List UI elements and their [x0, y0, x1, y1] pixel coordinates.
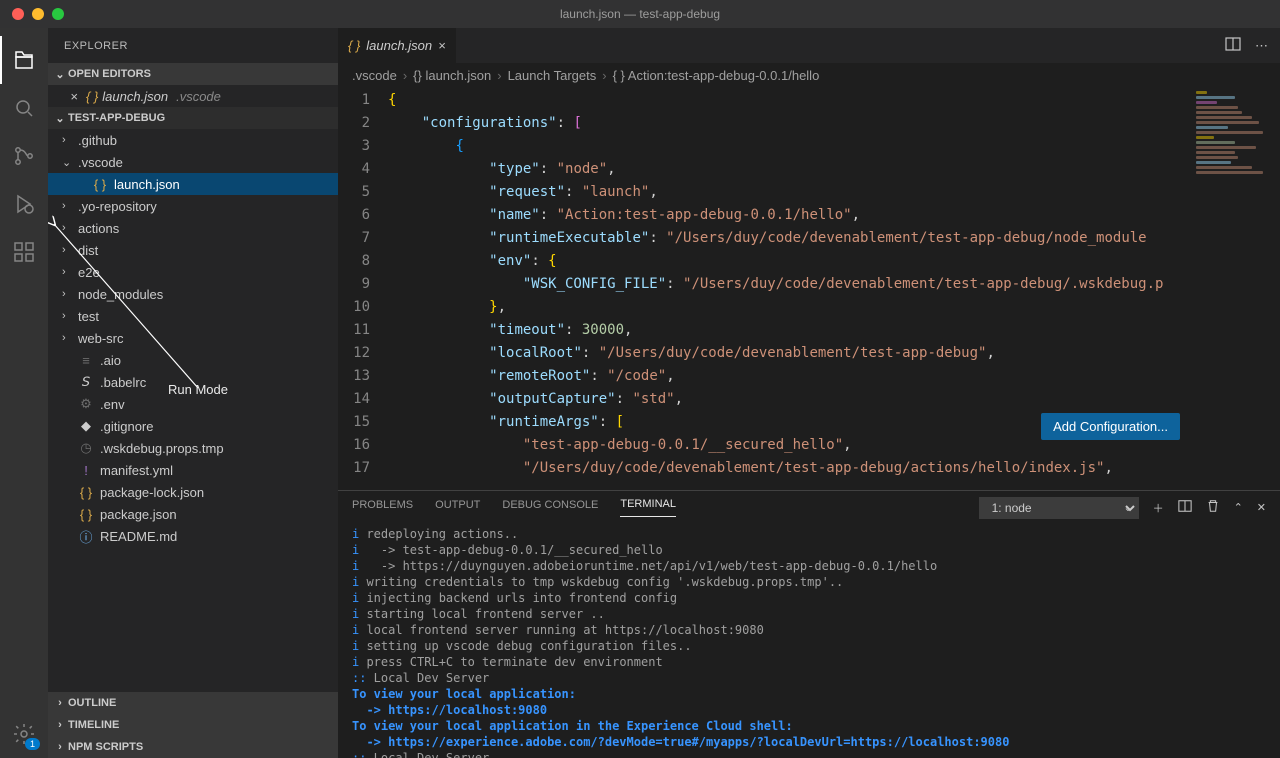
settings-badge: 1 [25, 738, 40, 750]
chevron-icon: › [62, 244, 72, 256]
chevron-up-icon[interactable]: ⌃ [1234, 501, 1243, 514]
add-configuration-button[interactable]: Add Configuration... [1041, 413, 1180, 440]
folder-item[interactable]: ›node_modules [48, 283, 338, 305]
maximize-window-button[interactable] [52, 8, 64, 20]
section-header[interactable]: ›NPM SCRIPTS [48, 736, 338, 758]
section-header[interactable]: ›TIMELINE [48, 714, 338, 736]
tab-launch-json[interactable]: { } launch.json × [338, 28, 457, 63]
search-icon[interactable] [0, 84, 48, 132]
chevron-icon: › [62, 310, 72, 322]
folder-item[interactable]: ›test [48, 305, 338, 327]
folder-item[interactable]: ›.yo-repository [48, 195, 338, 217]
close-panel-icon[interactable]: ✕ [1257, 501, 1266, 514]
json-icon: { } [92, 177, 108, 192]
panel-tab-problems[interactable]: PROBLEMS [352, 499, 413, 517]
split-terminal-icon[interactable] [1178, 499, 1192, 516]
json-icon: { } [86, 89, 98, 104]
open-editor-item[interactable]: × { } launch.json .vscode [48, 85, 338, 107]
breadcrumb-segment[interactable]: { } Action:test-app-debug-0.0.1/hello [613, 68, 820, 83]
file-item[interactable]: ⓘREADME.md [48, 525, 338, 547]
folder-item[interactable]: ›actions [48, 217, 338, 239]
terminal-select[interactable]: 1: node [979, 497, 1139, 519]
terminal-output[interactable]: i redeploying actions..i -> test-app-deb… [338, 524, 1280, 758]
panel-tabs: PROBLEMS OUTPUT DEBUG CONSOLE TERMINAL 1: no… [338, 491, 1280, 524]
git-icon: ◆ [78, 418, 94, 434]
gear-icon: ⚙ [78, 396, 94, 412]
activity-bar: 1 [0, 28, 48, 758]
split-editor-icon[interactable] [1225, 36, 1241, 55]
file-item[interactable]: !manifest.yml [48, 459, 338, 481]
panel-tab-debug-console[interactable]: DEBUG CONSOLE [502, 499, 598, 517]
folder-item[interactable]: ⌄.vscode [48, 151, 338, 173]
file-item[interactable]: { }package.json [48, 503, 338, 525]
bottom-panel: PROBLEMS OUTPUT DEBUG CONSOLE TERMINAL 1: no… [338, 490, 1280, 758]
file-item[interactable]: { }launch.json [48, 173, 338, 195]
breadcrumb-segment[interactable]: Launch Targets [508, 68, 597, 83]
breadcrumb-segment[interactable]: {} launch.json [413, 68, 491, 83]
trash-icon[interactable] [1206, 499, 1220, 516]
folder-item[interactable]: ›dist [48, 239, 338, 261]
json-icon: { } [348, 38, 360, 53]
babel-icon: 𝘚 [78, 374, 94, 390]
explorer-icon[interactable] [0, 36, 48, 84]
more-actions-icon[interactable]: ⋯ [1255, 38, 1268, 54]
window-title: launch.json — test-app-debug [560, 7, 720, 21]
breadcrumb[interactable]: .vscode›{} launch.json›Launch Targets›{ … [338, 63, 1280, 87]
close-window-button[interactable] [12, 8, 24, 20]
run-debug-icon[interactable] [0, 180, 48, 228]
extensions-icon[interactable] [0, 228, 48, 276]
file-item[interactable]: ◷.wskdebug.props.tmp [48, 437, 338, 459]
chevron-icon: › [62, 222, 72, 234]
chevron-icon: › [62, 288, 72, 300]
window-controls [0, 8, 64, 20]
new-terminal-icon[interactable]: ＋ [1153, 500, 1164, 516]
title-bar: launch.json — test-app-debug [0, 0, 1280, 28]
chevron-icon: › [62, 266, 72, 278]
file-tree: ›.github⌄.vscode{ }launch.json›.yo-repos… [48, 129, 338, 692]
panel-tab-terminal[interactable]: TERMINAL [620, 498, 676, 517]
editor-tabs: { } launch.json × ⋯ [338, 28, 1280, 63]
open-editors-header[interactable]: ⌄OPEN EDITORS [48, 63, 338, 85]
chevron-icon: ⌄ [62, 156, 72, 169]
breadcrumb-segment[interactable]: .vscode [352, 68, 397, 83]
folder-item[interactable]: ›web-src [48, 327, 338, 349]
chevron-icon: › [62, 200, 72, 212]
editor-area: { } launch.json × ⋯ .vscode›{} launch.js… [338, 28, 1280, 758]
folder-item[interactable]: ›e2e [48, 261, 338, 283]
section-header[interactable]: ›OUTLINE [48, 692, 338, 714]
panel-tab-output[interactable]: OUTPUT [435, 499, 480, 517]
settings-gear-icon[interactable]: 1 [0, 710, 48, 758]
text-icon: ≡ [78, 353, 94, 368]
minimap[interactable] [1196, 91, 1266, 181]
close-icon[interactable]: × [438, 38, 446, 53]
minimize-window-button[interactable] [32, 8, 44, 20]
sidebar: EXPLORER ⌄OPEN EDITORS × { } launch.json… [48, 28, 338, 758]
json-icon: { } [78, 485, 94, 500]
close-icon[interactable]: × [66, 89, 82, 104]
info-icon: ⓘ [78, 527, 94, 546]
source-control-icon[interactable] [0, 132, 48, 180]
excl-icon: ! [78, 463, 94, 478]
chevron-icon: › [62, 332, 72, 344]
clock-icon: ◷ [78, 440, 94, 456]
chevron-icon: › [62, 134, 72, 146]
file-item[interactable]: { }package-lock.json [48, 481, 338, 503]
file-item[interactable]: ≡.aio [48, 349, 338, 371]
folder-item[interactable]: ›.github [48, 129, 338, 151]
file-item[interactable]: 𝘚.babelrc [48, 371, 338, 393]
sidebar-title: EXPLORER [48, 28, 338, 63]
project-header[interactable]: ⌄TEST-APP-DEBUG [48, 107, 338, 129]
line-gutter: 1234567891011121314151617 [338, 89, 388, 480]
json-icon: { } [78, 507, 94, 522]
file-item[interactable]: ⚙.env [48, 393, 338, 415]
file-item[interactable]: ◆.gitignore [48, 415, 338, 437]
